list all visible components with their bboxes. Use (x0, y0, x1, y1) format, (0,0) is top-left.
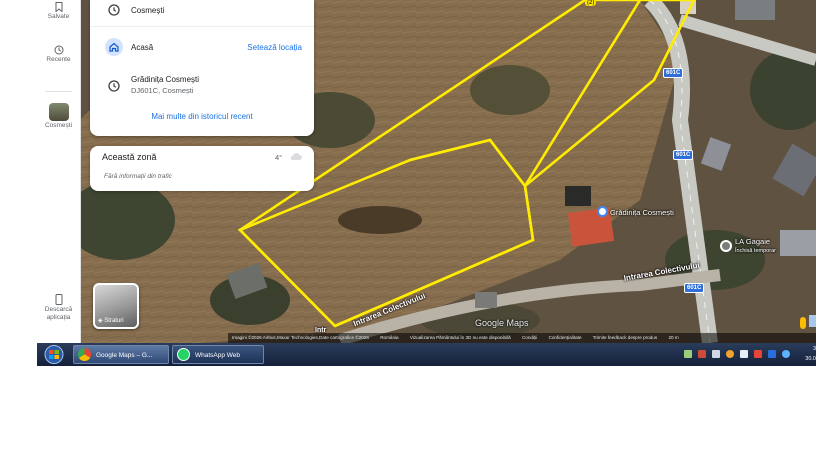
history-icon (54, 45, 63, 55)
poi-shop-label[interactable]: LA Gagaie (735, 237, 770, 246)
layers-label-text: Straturi (104, 318, 124, 324)
left-rail: Salvate Recente Cosmești Descarcă aplica… (37, 0, 81, 343)
shop-pin-icon[interactable] (720, 240, 732, 252)
home-label: Acasă (131, 43, 154, 52)
network-icon[interactable] (684, 350, 692, 358)
place-thumbnail (48, 103, 69, 121)
scale-label[interactable]: 20 m (668, 335, 678, 340)
history-icon (108, 4, 120, 16)
whatsapp-icon (177, 348, 190, 361)
recent-item-gradinita[interactable]: Grădinița Cosmești DJ601C, Cosmești (90, 72, 314, 100)
road-badge[interactable]: 601C (684, 283, 705, 293)
phone-icon (55, 294, 62, 305)
cloud-icon (290, 153, 302, 160)
clock-date[interactable]: 30.0 (805, 356, 816, 362)
home-icon-bg (105, 38, 123, 56)
rail-place-label: Cosmești (44, 122, 73, 129)
view3d-note: Vizualizarea Pământului în 3D nu este di… (409, 335, 511, 340)
start-button-icon[interactable] (39, 344, 69, 365)
privacy-link[interactable]: Confidențialitate (549, 335, 582, 340)
rail-place[interactable]: Cosmești (37, 103, 80, 130)
screen: (2) 601C 601C 601C Grădinița Cosmești LA… (37, 0, 816, 366)
card-divider (90, 26, 314, 27)
temperature-label: 4° (275, 153, 283, 162)
recent-history-card: Cosmești Acasă Setează locația Grădinița… (90, 0, 314, 136)
rail-saved-label: Salvate (47, 13, 70, 20)
layers-button[interactable]: ◈ Straturi (93, 283, 139, 329)
taskbar-chrome[interactable]: Google Maps – G... (73, 345, 169, 364)
rail-recent[interactable]: Recente (37, 45, 80, 64)
rail-divider (45, 91, 72, 92)
layers-label: ◈ Straturi (98, 317, 124, 324)
street-view-pegman-icon[interactable] (800, 317, 806, 329)
poi-school-label[interactable]: Grădinița Cosmești (610, 208, 674, 217)
rail-saved[interactable]: Salvate (37, 2, 80, 21)
taskbar: Google Maps – G... WhatsApp Web 3 30.0 (37, 343, 816, 366)
more-history-link[interactable]: Mai multe din istoricul recent (90, 112, 314, 121)
recent-item-cosmesti[interactable]: Cosmești (90, 0, 314, 20)
traffic-info: Fără informații din trafic (104, 173, 172, 180)
security-icon[interactable] (698, 350, 706, 358)
imagery-credit: Imagini ©2026 Airbus,Maxar Technologies,… (232, 335, 369, 340)
poi-shop-status: Închisă temporar (735, 248, 776, 254)
road-badge[interactable]: 601C (663, 68, 684, 78)
home-icon (109, 42, 119, 52)
chrome-icon (78, 348, 91, 361)
road-badge[interactable]: 601C (673, 150, 694, 160)
signal-icon[interactable] (740, 350, 748, 358)
area-info-card[interactable]: Această zonă 4° Fără informații din traf… (90, 146, 314, 191)
flag-icon[interactable] (754, 350, 762, 358)
recent-item-subtitle: DJ601C, Cosmești (131, 86, 194, 95)
area-title: Această zonă (102, 152, 157, 162)
map-pin-number[interactable]: (2) (585, 0, 597, 6)
rail-download[interactable]: Descarcă aplicația (37, 294, 80, 322)
rail-download-label: Descarcă aplicația (44, 306, 73, 321)
rail-recent-label: Recente (46, 56, 71, 63)
taskbar-chrome-label: Google Maps – G... (96, 352, 153, 359)
feedback-link[interactable]: Trimite feedback despre produs (593, 335, 657, 340)
system-tray: 3 30.0 (676, 343, 816, 366)
volume-icon[interactable] (712, 350, 720, 358)
bookmark-icon (55, 2, 62, 12)
history-icon (108, 80, 120, 92)
recent-item-label: Cosmești (131, 6, 165, 15)
app-tray-icon[interactable] (782, 350, 790, 358)
bluetooth-icon[interactable] (768, 350, 776, 358)
home-row[interactable]: Acasă Setează locația (90, 36, 314, 58)
attribution-bar: Imagini ©2026 Airbus,Maxar Technologies,… (228, 333, 816, 343)
google-maps-watermark: Google Maps (475, 318, 529, 328)
set-home-location-link[interactable]: Setează locația (247, 43, 302, 52)
taskbar-whatsapp[interactable]: WhatsApp Web (172, 345, 264, 364)
recent-item-title: Grădinița Cosmești (131, 75, 200, 84)
update-icon[interactable] (726, 350, 734, 358)
school-pin-icon[interactable] (597, 206, 608, 217)
region-label[interactable]: România (380, 335, 398, 340)
terms-link[interactable]: Condiții (522, 335, 537, 340)
taskbar-whatsapp-label: WhatsApp Web (195, 352, 241, 359)
layer-thumbnail[interactable] (809, 315, 816, 327)
